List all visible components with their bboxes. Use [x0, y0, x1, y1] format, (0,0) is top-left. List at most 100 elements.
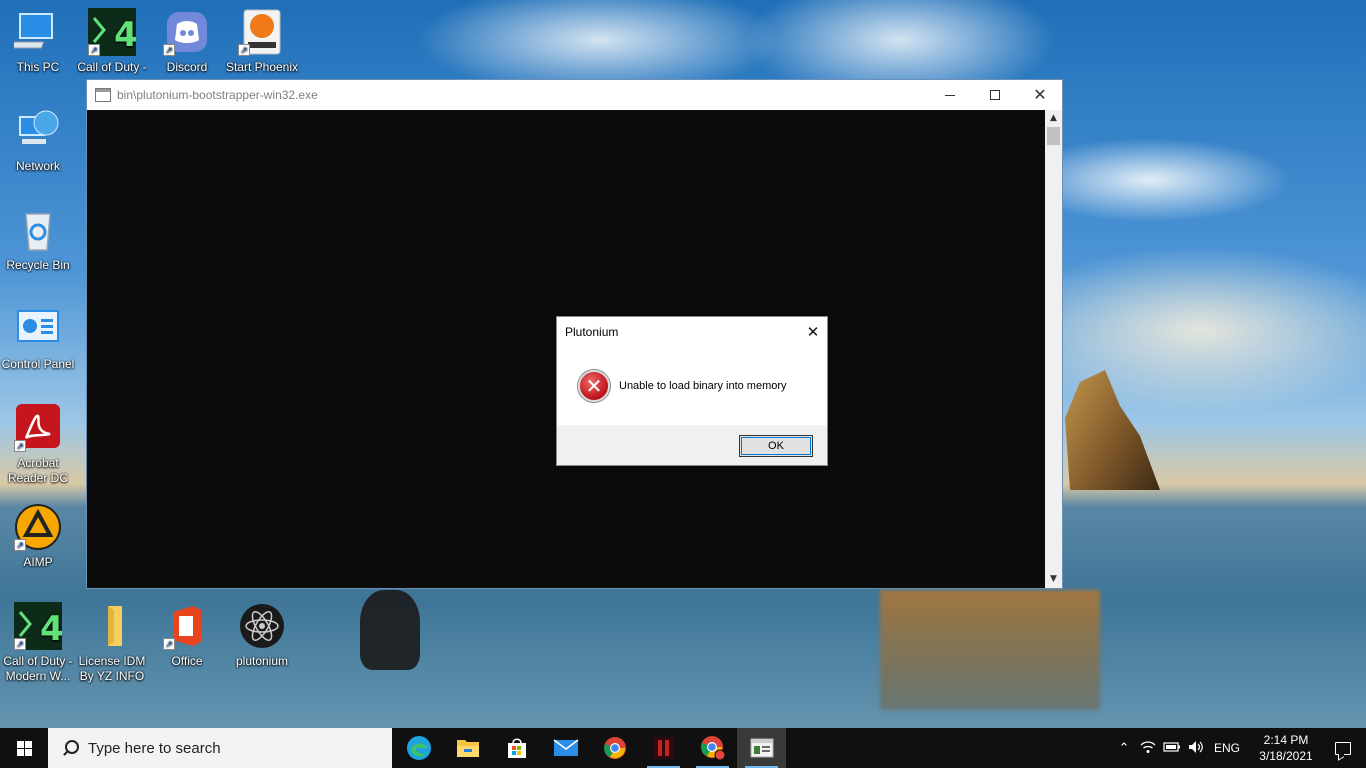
console-window-title: bin\plutonium-bootstrapper-win32.exe [117, 88, 318, 102]
desktop-icon-recycle-bin[interactable]: Recycle Bin [0, 206, 76, 273]
scroll-thumb[interactable] [1047, 127, 1060, 145]
computer-icon [8, 8, 62, 56]
error-dialog: Plutonium ✕ ✕ Unable to load binary into… [556, 316, 828, 466]
notification-center-button[interactable] [1320, 741, 1366, 755]
aimp-icon: ↗ [14, 503, 62, 551]
minimize-button[interactable] [927, 80, 973, 110]
desktop-icon-network[interactable]: Network [0, 107, 76, 174]
recycle-bin-icon [14, 206, 62, 254]
wallpaper-rock [1065, 370, 1160, 490]
system-tray: ⌃ ENG 2:14 PM 3/18/2021 [1112, 728, 1366, 768]
taskbar-chrome[interactable] [590, 728, 639, 768]
error-icon: ✕ [578, 370, 610, 402]
desktop-icon-label: Office [171, 654, 203, 668]
network-icon [14, 107, 62, 155]
mail-icon [553, 739, 578, 756]
taskbar-search-box[interactable]: Type here to search [48, 728, 392, 768]
notification-icon [1335, 741, 1351, 755]
taskbar-mail[interactable] [541, 728, 590, 768]
desktop-icon-label: Control Panel [1, 357, 75, 371]
desktop-icon-office[interactable]: ↗ Office [149, 602, 225, 669]
wifi-icon[interactable] [1136, 740, 1160, 757]
search-icon [62, 740, 79, 756]
desktop-icon-aimp[interactable]: ↗ AIMP [0, 503, 76, 570]
edge-icon [406, 736, 431, 760]
svg-text:4: 4 [114, 15, 136, 55]
desktop-icon-label: Discord [166, 60, 208, 74]
desktop-icon-label: License IDM By YZ INFO [78, 654, 146, 683]
language-indicator[interactable]: ENG [1214, 741, 1240, 755]
ok-button[interactable]: OK [739, 435, 813, 457]
search-placeholder: Type here to search [88, 739, 221, 757]
desktop-icon-control-panel[interactable]: Control Panel [0, 305, 76, 372]
desktop-icon-label: Call of Duty - Modern W... [77, 60, 147, 74]
clock[interactable]: 2:14 PM 3/18/2021 [1252, 732, 1320, 764]
taskbar-edge[interactable] [394, 728, 443, 768]
taskbar-file-explorer[interactable] [443, 728, 492, 768]
desktop-icon-label: Acrobat Reader DC [7, 456, 69, 485]
desktop-icon-this-pc[interactable]: This PC [0, 8, 76, 75]
file-explorer-icon [456, 740, 479, 757]
shortcut-arrow-icon: ↗ [14, 638, 26, 650]
desktop-icon-label: Recycle Bin [6, 258, 70, 272]
maximize-icon [990, 90, 1000, 100]
control-panel-icon [14, 305, 62, 353]
desktop-icon-label: Network [15, 159, 60, 173]
cod-game-icon: 4 ↗ [14, 602, 64, 650]
console-icon [750, 738, 773, 758]
pinned-apps [394, 728, 786, 768]
taskbar: Type here to search ⌃ ENG 2:14 PM 3/18/2… [0, 728, 1366, 768]
volume-icon[interactable] [1184, 740, 1208, 757]
clock-date: 3/18/2021 [1259, 749, 1313, 763]
shortcut-arrow-icon: ↗ [163, 44, 175, 56]
acrobat-icon: ↗ [14, 404, 62, 452]
shortcut-arrow-icon: ↗ [14, 539, 26, 551]
desktop-icon-cod-1[interactable]: 4 ↗ Call of Duty - Modern W... [74, 8, 150, 75]
dialog-title: Plutonium [565, 325, 619, 339]
shortcut-arrow-icon: ↗ [14, 440, 26, 452]
desktop-icon-label: Call of Duty - Modern W... [3, 654, 73, 683]
maximize-button[interactable] [972, 80, 1018, 110]
phoenix-os-icon: ↗ [238, 8, 286, 56]
discord-icon: ↗ [163, 8, 211, 56]
console-scrollbar[interactable]: ▲ ▼ [1045, 110, 1062, 588]
taskbar-chrome-profile[interactable] [688, 728, 737, 768]
chrome-profile-icon [700, 736, 725, 761]
shortcut-arrow-icon: ↗ [238, 44, 250, 56]
wallpaper-reflection [880, 590, 1100, 710]
svg-text:4: 4 [40, 609, 62, 649]
folder-icon [88, 602, 136, 650]
desktop-icon-idm-license[interactable]: License IDM By YZ INFO [74, 602, 150, 684]
console-titlebar[interactable]: bin\plutonium-bootstrapper-win32.exe ✕ [87, 80, 1062, 110]
clock-time: 2:14 PM [1263, 733, 1309, 747]
scroll-up-icon[interactable]: ▲ [1045, 110, 1062, 127]
desktop-icon-discord[interactable]: ↗ Discord [149, 8, 225, 75]
desktop-icon-label: plutonium [235, 654, 289, 668]
game-icon [653, 737, 674, 759]
office-icon: ↗ [163, 602, 211, 650]
chevron-up-icon[interactable]: ⌃ [1112, 740, 1136, 756]
taskbar-store[interactable] [492, 728, 541, 768]
dialog-close-button[interactable]: ✕ [801, 321, 825, 343]
desktop-icon-cod-2[interactable]: 4 ↗ Call of Duty - Modern W... [0, 602, 76, 684]
desktop-icon-label: Start Phoenix OS [225, 60, 299, 74]
desktop-icon-label: This PC [16, 60, 60, 74]
taskbar-game[interactable] [639, 728, 688, 768]
wallpaper-figure [360, 590, 420, 670]
desktop-icon-plutonium[interactable]: plutonium [224, 602, 300, 669]
desktop-icon-acrobat[interactable]: ↗ Acrobat Reader DC [0, 404, 76, 486]
windows-logo-icon [16, 740, 32, 756]
console-app-icon [95, 88, 111, 102]
battery-icon[interactable] [1160, 741, 1184, 756]
start-button[interactable] [0, 728, 48, 768]
taskbar-console[interactable] [737, 728, 786, 768]
shortcut-arrow-icon: ↗ [88, 44, 100, 56]
close-window-button[interactable]: ✕ [1017, 80, 1063, 110]
dialog-message: Unable to load binary into memory [619, 380, 787, 392]
scroll-down-icon[interactable]: ▼ [1045, 571, 1062, 588]
desktop-icon-phoenix-os[interactable]: ↗ Start Phoenix OS [224, 8, 300, 75]
dialog-footer: OK [557, 425, 827, 465]
chrome-icon [603, 737, 626, 759]
desktop-icon-label: AIMP [23, 555, 53, 569]
cod-game-icon: 4 ↗ [88, 8, 138, 56]
